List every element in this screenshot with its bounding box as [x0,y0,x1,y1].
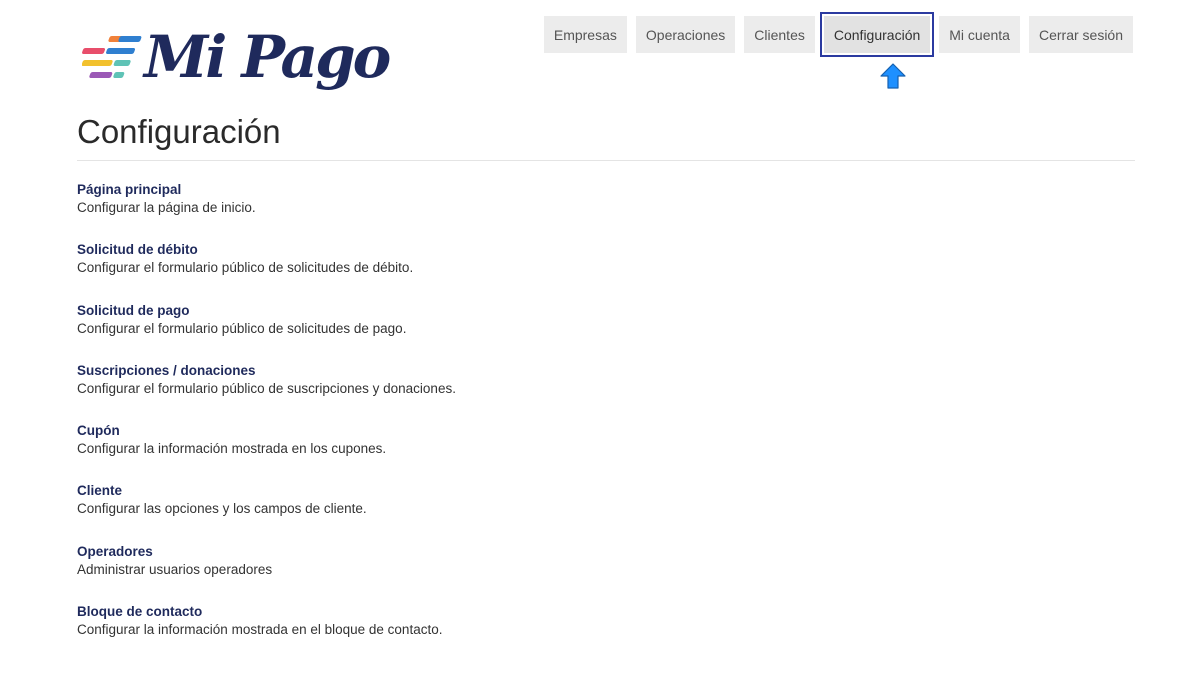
setting-operadores-link[interactable]: Operadores [77,543,977,560]
list-item: Operadores Administrar usuarios operador… [77,543,977,603]
list-item: Suscripciones / donaciones Configurar el… [77,362,977,422]
settings-list: Página principal Configurar la página de… [77,181,977,663]
setting-description: Configurar la información mostrada en lo… [77,441,387,457]
page: Mi Pago Empresas Operaciones Clientes Co… [0,0,1198,675]
setting-description: Administrar usuarios operadores [77,561,273,577]
setting-solicitud-pago-link[interactable]: Solicitud de pago [77,302,977,319]
setting-solicitud-debito-link[interactable]: Solicitud de débito [77,241,977,258]
nav-operaciones-button[interactable]: Operaciones [635,16,736,53]
setting-description: Configurar las opciones y los campos de … [77,501,367,517]
title-divider [77,160,1135,161]
nav-cerrar-sesion-button[interactable]: Cerrar sesión [1028,16,1133,53]
list-item: Bloque de contacto Configurar la informa… [77,603,977,663]
setting-suscripciones-link[interactable]: Suscripciones / donaciones [77,362,977,379]
setting-description: Configurar la información mostrada en el… [77,622,443,638]
list-item: Página principal Configurar la página de… [77,181,977,241]
list-item: Cliente Configurar las opciones y los ca… [77,482,977,542]
setting-bloque-contacto-link[interactable]: Bloque de contacto [77,603,977,620]
list-item: Solicitud de pago Configurar el formular… [77,302,977,362]
page-title: Configuración [77,113,281,150]
logo-stripes-icon [82,36,142,78]
setting-cliente-link[interactable]: Cliente [77,482,977,499]
list-item: Solicitud de débito Configurar el formul… [77,241,977,301]
brand-logo[interactable]: Mi Pago [82,23,391,100]
list-item: Cupón Configurar la información mostrada… [77,422,977,482]
setting-cupon-link[interactable]: Cupón [77,422,977,439]
arrow-up-icon [880,63,906,89]
nav-empresas-button[interactable]: Empresas [543,16,627,53]
setting-description: Configurar el formulario público de soli… [77,260,414,276]
nav-configuracion-button[interactable]: Configuración [819,12,935,57]
setting-description: Configurar el formulario público de soli… [77,320,407,336]
top-nav: Empresas Operaciones Clientes Configurac… [543,12,1133,57]
logo-text: Mi Pago [144,23,391,91]
setting-pagina-principal-link[interactable]: Página principal [77,181,977,198]
setting-description: Configurar la página de inicio. [77,200,256,215]
nav-clientes-button[interactable]: Clientes [744,16,815,53]
nav-mi-cuenta-button[interactable]: Mi cuenta [939,16,1020,53]
setting-description: Configurar el formulario público de susc… [77,380,456,396]
